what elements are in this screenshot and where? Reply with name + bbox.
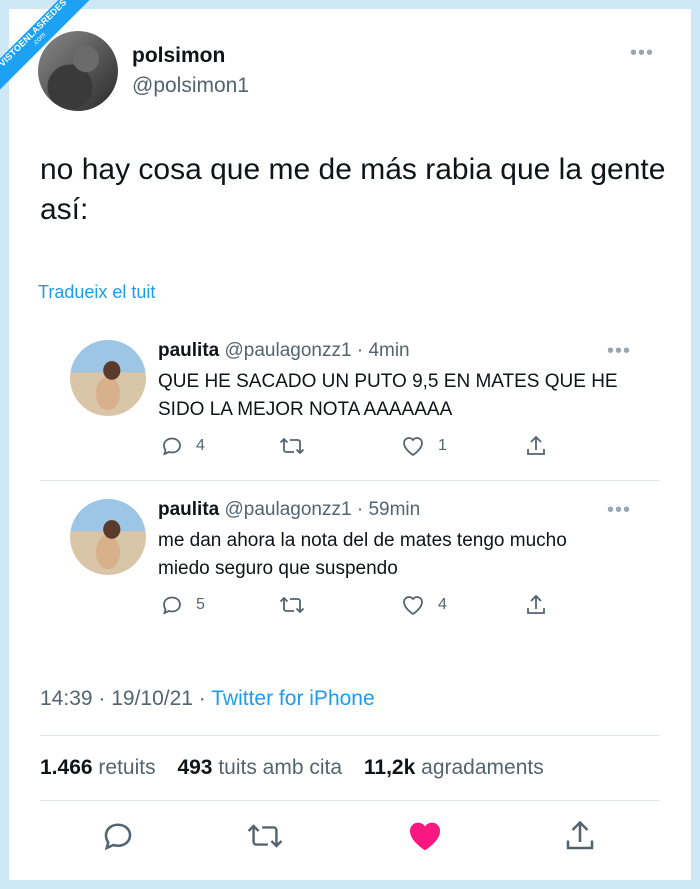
reply-count: 4 xyxy=(196,437,205,454)
tweet-text: no hay cosa que me de más rabia que la g… xyxy=(40,153,666,226)
reply-count: 5 xyxy=(196,596,205,613)
retweet-button[interactable] xyxy=(278,593,306,617)
reply-button[interactable]: 4 xyxy=(160,434,205,458)
like-button[interactable] xyxy=(405,818,445,859)
watermark-text: VISTOENLASREDES xyxy=(0,0,69,69)
embedded-author-handle[interactable]: @paulagonzz1 · 4min xyxy=(225,340,410,361)
avatar[interactable] xyxy=(70,499,146,575)
quotes-label[interactable]: tuits amb cita xyxy=(218,756,342,779)
author-handle[interactable]: @polsimon1 xyxy=(132,74,249,98)
like-icon xyxy=(403,596,423,616)
likes-label[interactable]: agradaments xyxy=(421,756,544,779)
more-icon[interactable]: ••• xyxy=(607,341,631,361)
more-icon[interactable]: ••• xyxy=(607,500,631,520)
tweet-timestamp[interactable]: 14:39 · 19/10/21 · xyxy=(40,687,211,710)
tweet-metadata: 14:39 · 19/10/21 · Twitter for iPhone xyxy=(40,687,375,711)
retweets-count[interactable]: 1.466 xyxy=(40,756,93,779)
embedded-author-name[interactable]: paulita xyxy=(158,340,219,361)
reply-button[interactable]: 5 xyxy=(160,593,205,617)
reply-icon xyxy=(163,596,181,615)
reply-icon xyxy=(163,437,181,456)
retweet-icon xyxy=(247,824,283,848)
embedded-tweet-header: paulita @paulagonzz1 · 4min xyxy=(158,340,410,362)
translate-link[interactable]: Tradueix el tuit xyxy=(38,282,155,303)
embedded-tweet-text: QUE HE SACADO UN PUTO 9,5 EN MATES QUE H… xyxy=(158,371,618,420)
like-icon xyxy=(403,437,423,457)
more-icon[interactable]: ••• xyxy=(630,43,654,63)
like-count: 4 xyxy=(438,596,447,613)
likes-count[interactable]: 11,2k xyxy=(364,756,415,779)
tweet-action-bar xyxy=(0,818,700,858)
embedded-author-name[interactable]: paulita xyxy=(158,499,219,520)
retweets-label[interactable]: retuits xyxy=(98,756,155,779)
embedded-tweet-text: me dan ahora la nota del de mates tengo … xyxy=(158,530,567,579)
share-icon xyxy=(527,435,545,455)
quotes-count[interactable]: 493 xyxy=(177,756,212,779)
share-button[interactable] xyxy=(562,818,598,859)
embedded-tweet-actions: 4 1 xyxy=(158,434,558,460)
like-button[interactable]: 4 xyxy=(400,593,447,617)
reply-button[interactable] xyxy=(100,818,136,859)
tweet-source-link[interactable]: Twitter for iPhone xyxy=(211,687,374,710)
retweet-button[interactable] xyxy=(245,818,285,859)
retweet-button[interactable] xyxy=(278,434,306,458)
tweet-stats: 1.466 retuits 493 tuits amb cita 11,2k a… xyxy=(40,756,560,780)
share-icon xyxy=(566,820,594,850)
share-button[interactable] xyxy=(524,434,548,458)
like-icon xyxy=(409,822,441,851)
divider xyxy=(40,735,660,736)
retweet-icon xyxy=(279,437,305,455)
like-count: 1 xyxy=(438,437,447,454)
watermark-ribbon: VISTOENLASREDES .com xyxy=(0,0,120,120)
embedded-tweet-header: paulita @paulagonzz1 · 59min xyxy=(158,499,420,521)
avatar[interactable] xyxy=(70,340,146,416)
retweet-icon xyxy=(279,596,305,614)
author-name[interactable]: polsimon xyxy=(132,44,225,68)
share-button[interactable] xyxy=(524,593,548,617)
divider xyxy=(40,800,660,801)
embedded-author-handle[interactable]: @paulagonzz1 · 59min xyxy=(225,499,421,520)
like-button[interactable]: 1 xyxy=(400,434,447,458)
share-icon xyxy=(527,594,545,614)
reply-icon xyxy=(104,823,132,851)
embedded-tweet-actions: 5 4 xyxy=(158,593,558,619)
divider xyxy=(40,480,660,481)
